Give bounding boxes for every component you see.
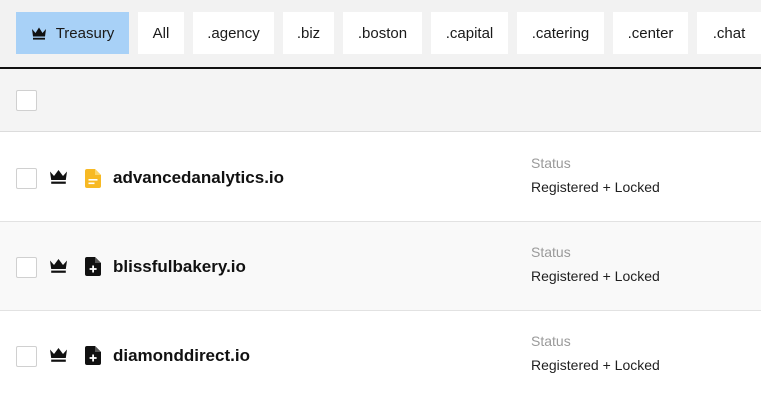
file-text-icon <box>85 169 101 188</box>
filter-chip-label: .catering <box>531 24 590 42</box>
filter-chip-center[interactable]: .center <box>613 12 688 54</box>
crown-icon <box>31 25 47 41</box>
file-plus-icon <box>85 257 101 276</box>
crown-icon <box>50 170 67 184</box>
status-value: Registered + Locked <box>531 179 660 195</box>
file-plus-icon <box>85 346 101 365</box>
filter-chip-label: All <box>152 24 170 42</box>
filter-chip-all[interactable]: All <box>138 12 184 54</box>
filter-chip-label: .agency <box>207 24 260 42</box>
domain-name[interactable]: diamonddirect.io <box>113 346 250 366</box>
crown-icon <box>50 348 67 362</box>
row-checkbox[interactable] <box>16 346 37 367</box>
select-all-checkbox[interactable] <box>16 90 37 111</box>
status-label: Status <box>531 155 571 171</box>
filter-chip-agency[interactable]: .agency <box>193 12 274 54</box>
filter-chip-label: Treasury <box>55 24 115 42</box>
filter-chip-label: .biz <box>296 24 321 42</box>
filter-chip-label: .boston <box>357 24 408 42</box>
domain-name[interactable]: blissfulbakery.io <box>113 257 246 277</box>
status-label: Status <box>531 244 571 260</box>
table-header <box>0 69 761 132</box>
domain-name[interactable]: advancedanalytics.io <box>113 168 284 188</box>
filter-chip-capital[interactable]: .capital <box>431 12 508 54</box>
crown-icon <box>50 259 67 273</box>
filter-chip-catering[interactable]: .catering <box>517 12 604 54</box>
filter-chip-biz[interactable]: .biz <box>283 12 334 54</box>
filter-chip-chat[interactable]: .chat <box>697 12 761 54</box>
filter-chip-label: .capital <box>445 24 494 42</box>
filter-chip-label: .center <box>627 24 674 42</box>
table-row[interactable]: blissfulbakery.io Status Registered + Lo… <box>0 222 761 311</box>
table-row[interactable]: advancedanalytics.io Status Registered +… <box>0 133 761 222</box>
row-checkbox[interactable] <box>16 168 37 189</box>
filter-chip-label: .chat <box>712 24 746 42</box>
status-value: Registered + Locked <box>531 357 660 373</box>
filter-chip-treasury[interactable]: Treasury <box>16 12 129 54</box>
table-row[interactable]: diamonddirect.io Status Registered + Loc… <box>0 311 761 393</box>
row-checkbox[interactable] <box>16 257 37 278</box>
filter-bar: Treasury All .agency .biz .boston .capit… <box>0 0 761 67</box>
filter-chip-boston[interactable]: .boston <box>343 12 422 54</box>
status-label: Status <box>531 333 571 349</box>
status-value: Registered + Locked <box>531 268 660 284</box>
